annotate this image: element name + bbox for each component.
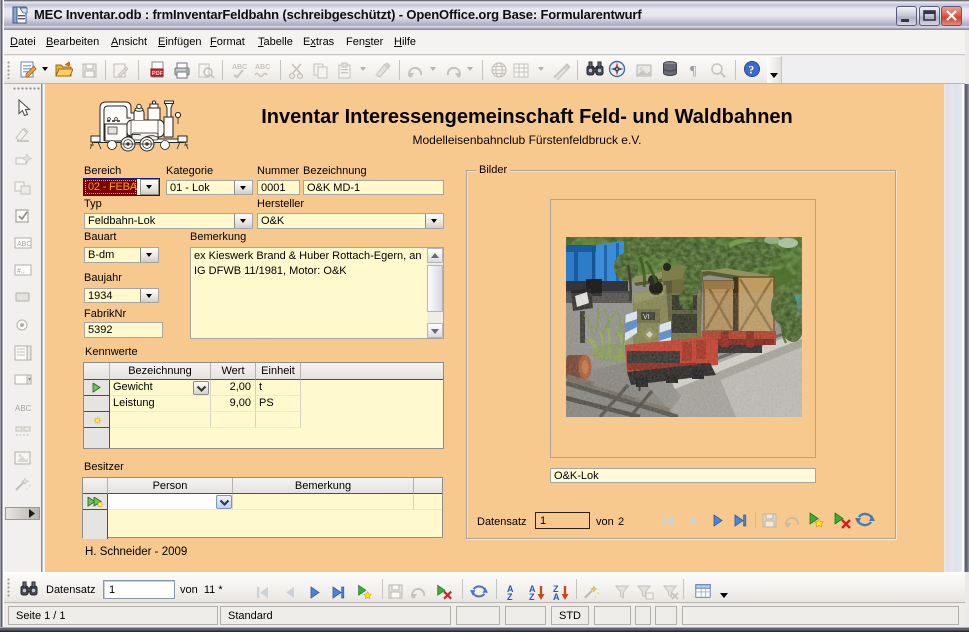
svg-text:Z: Z [529, 592, 535, 601]
svg-text:A: A [553, 592, 560, 601]
svg-text:¶: ¶ [690, 64, 697, 79]
svg-text:#.,: #., [17, 268, 25, 275]
svg-text:ABC: ABC [17, 241, 31, 248]
svg-text:ABC: ABC [15, 404, 32, 413]
svg-text:ABC: ABC [232, 64, 247, 71]
svg-text:Z: Z [507, 592, 513, 601]
svg-text:PDF: PDF [152, 71, 164, 77]
svg-text:?: ? [748, 64, 754, 77]
svg-text:ABC: ABC [255, 64, 270, 71]
